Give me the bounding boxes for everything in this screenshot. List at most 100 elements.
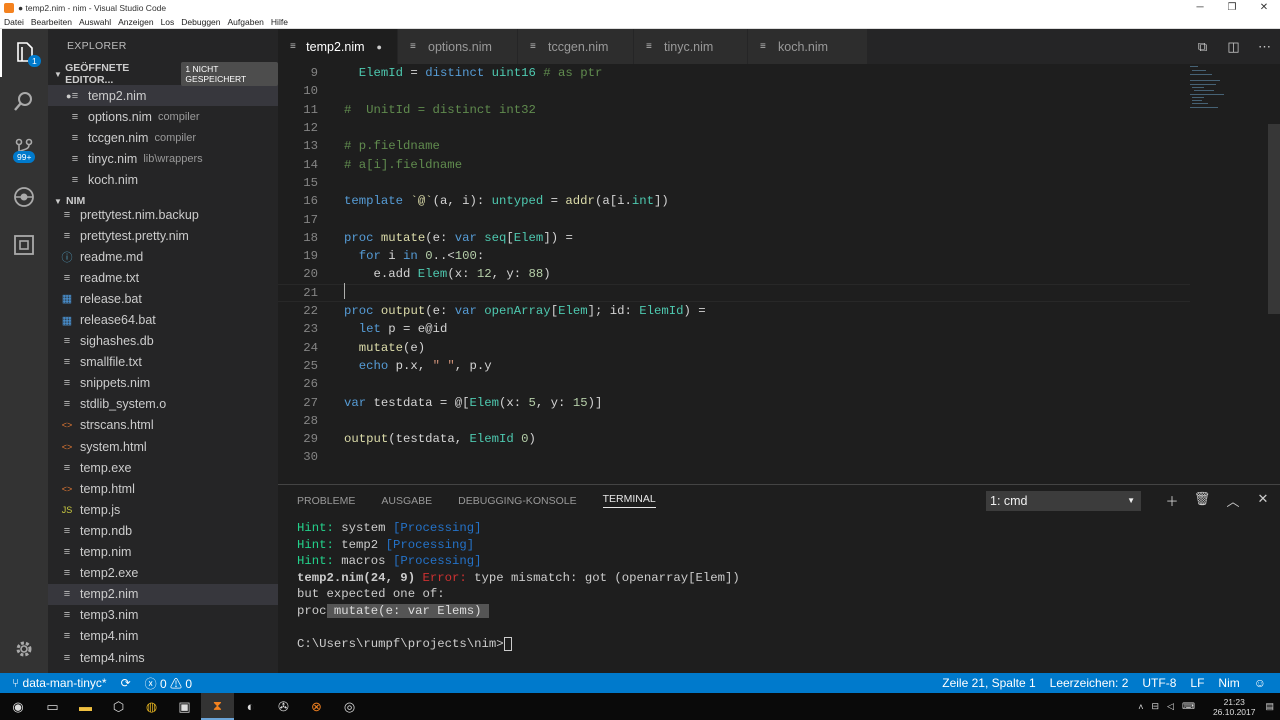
file-tree-item[interactable]: ▦ release.bat (48, 288, 278, 309)
orange-app-icon[interactable]: ⊗ (300, 693, 333, 720)
github-icon[interactable]: ◎ (333, 693, 366, 720)
file-tree-item[interactable]: ≡ temp2.exe (48, 563, 278, 584)
new-terminal-icon[interactable]: ＋ (1162, 491, 1182, 510)
maximize-button[interactable]: ❐ (1216, 2, 1248, 13)
open-editors-header[interactable]: ▼ GEÖFFNETE EDITOR... 1 NICHT GESPEICHER… (48, 62, 278, 86)
file-tree-item[interactable]: ≡ smallfile.txt (48, 352, 278, 373)
search-icon[interactable] (0, 77, 48, 125)
file-icon: ≡ (71, 173, 79, 186)
debug-icon[interactable] (0, 173, 48, 221)
end-of-line[interactable]: LF (1190, 676, 1204, 690)
tab-output[interactable]: AUSGABE (381, 495, 432, 507)
code-editor[interactable]: 9 ElemId = distinct uint16 # as ptr 10 11 #… (278, 64, 1280, 484)
terminal-app-icon[interactable]: ▣ (168, 693, 201, 720)
tab-koch[interactable]: ≡ koch.nim (748, 29, 868, 64)
file-name: system.html (80, 439, 147, 454)
minimize-button[interactable]: ─ (1184, 2, 1216, 13)
explorer-title: EXPLORER (67, 40, 127, 52)
menu-bearbeiten[interactable]: Bearbeiten (31, 17, 72, 27)
file-name: sighashes.db (80, 334, 154, 349)
menu-debuggen[interactable]: Debuggen (181, 17, 220, 27)
chrome-icon[interactable]: ◍ (135, 693, 168, 720)
terminal-select[interactable]: 1: cmd ▼ (986, 491, 1141, 511)
cursor-position[interactable]: Zeile 21, Spalte 1 (942, 676, 1035, 690)
file-tree-item[interactable]: ≡ temp3.nim (48, 605, 278, 626)
trash-icon[interactable]: 🗑 (1192, 491, 1212, 507)
steam-icon[interactable]: ✇ (267, 693, 300, 720)
language-mode[interactable]: Nim (1218, 676, 1239, 690)
open-editor-item[interactable]: ≡ tccgen.nim compiler (48, 127, 278, 148)
file-tree-item[interactable]: ≡ sighashes.db (48, 331, 278, 352)
source-control-icon[interactable]: 99+ (0, 125, 48, 173)
unsaved-dot-icon[interactable]: ● (377, 42, 385, 52)
volume-icon[interactable]: ◁ (1167, 701, 1174, 712)
open-editor-item[interactable]: ≡ tinyc.nim lib\wrappers (48, 148, 278, 169)
keyboard-icon[interactable]: ⌨ (1182, 701, 1195, 712)
sync-icon[interactable]: ⟳ (121, 676, 131, 690)
network-icon[interactable]: ⊟ (1151, 701, 1159, 712)
explorer-icon[interactable]: 1 (0, 29, 48, 77)
file-tree-item[interactable]: ≡ prettytest.nim.backup (48, 204, 278, 225)
tab-terminal[interactable]: TERMINAL (602, 493, 656, 508)
file-tree-item[interactable]: ≡ temp4.nim (48, 626, 278, 647)
file-tree-item[interactable]: ≡ stdlib_system.o (48, 394, 278, 415)
file-tree-item[interactable]: ≡ snippets.nim (48, 373, 278, 394)
tab-temp2[interactable]: ≡ temp2.nim ● (278, 29, 398, 64)
menu-hilfe[interactable]: Hilfe (271, 17, 288, 27)
tab-tinyc[interactable]: ≡ tinyc.nim (634, 29, 748, 64)
menu-datei[interactable]: Datei (4, 17, 24, 27)
file-tree-item[interactable]: ⓘ readme.md (48, 246, 278, 267)
file-tree-item[interactable]: ≡ temp4.nims (48, 647, 278, 668)
file-tree-item[interactable]: ≡ temp2.nim (48, 583, 278, 605)
task-view-icon[interactable]: ▭ (36, 693, 69, 720)
line-number: 20 (303, 267, 318, 282)
open-editor-item[interactable]: ≡ options.nim compiler (48, 106, 278, 127)
tab-problems[interactable]: PROBLEME (297, 495, 355, 507)
file-tree-item[interactable]: ≡ prettytest.pretty.nim (48, 225, 278, 246)
file-tree-item[interactable]: <> temp.html (48, 478, 278, 499)
code-text: proc output(e: var openArray[Elem]; id: … (344, 304, 706, 319)
vscode-taskbar-icon[interactable]: ⧗ (201, 693, 234, 720)
extensions-icon[interactable] (0, 221, 48, 269)
file-tree-item[interactable]: ≡ temp.ndb (48, 520, 278, 541)
open-preview-icon[interactable]: ⧉ (1187, 39, 1218, 55)
tab-options[interactable]: ≡ options.nim (398, 29, 518, 64)
file-tree-item[interactable]: <> system.html (48, 436, 278, 457)
maximize-panel-icon[interactable]: ︿ (1223, 491, 1243, 510)
branch-status[interactable]: ⑂ data-man-tinyc* (12, 676, 107, 690)
problems-status[interactable]: ⓧ 0 ⚠ 0 (145, 675, 192, 692)
menu-aufgaben[interactable]: Aufgaben (228, 17, 264, 27)
tab-debug-console[interactable]: DEBUGGING-KONSOLE (458, 495, 576, 507)
file-tree-item[interactable]: <> strscans.html (48, 415, 278, 436)
minimap[interactable] (1188, 64, 1268, 114)
menu-anzeigen[interactable]: Anzeigen (118, 17, 153, 27)
indentation[interactable]: Leerzeichen: 2 (1050, 676, 1129, 690)
cube-app-icon[interactable]: ⬡ (102, 693, 135, 720)
clock[interactable]: 21:23 26.10.2017 (1213, 697, 1256, 717)
file-tree-item[interactable]: ≡ temp.nim (48, 542, 278, 563)
close-window-button[interactable]: ✕ (1248, 2, 1280, 13)
file-explorer-icon[interactable]: ▬ (69, 693, 102, 720)
menu-auswahl[interactable]: Auswahl (79, 17, 111, 27)
more-actions-icon[interactable]: ⋯ (1249, 39, 1280, 55)
settings-gear-icon[interactable] (0, 625, 48, 673)
feedback-icon[interactable]: ☺ (1254, 676, 1266, 690)
open-editor-item[interactable]: ● ≡ temp2.nim (48, 85, 278, 106)
terminal-output[interactable]: Hint: system [Processing] Hint: temp2 [Pr… (297, 520, 740, 653)
notifications-icon[interactable]: ▤ (1265, 701, 1274, 712)
file-tree-item[interactable]: ≡ readme.txt (48, 267, 278, 288)
menu-los[interactable]: Los (161, 17, 175, 27)
close-panel-icon[interactable]: ✕ (1253, 491, 1273, 507)
media-app-icon[interactable]: ◐ (234, 693, 267, 720)
editor-scrollbar[interactable] (1268, 124, 1280, 314)
tray-overflow-icon[interactable]: ˄ (1138, 702, 1143, 712)
split-editor-icon[interactable]: ◫ (1218, 39, 1249, 55)
start-orb-icon[interactable]: ◉ (0, 693, 36, 720)
file-tree-item[interactable]: ≡ temp.exe (48, 457, 278, 478)
tab-tccgen[interactable]: ≡ tccgen.nim (518, 29, 634, 64)
encoding[interactable]: UTF-8 (1142, 676, 1176, 690)
file-tree-item[interactable]: ▦ release64.bat (48, 309, 278, 330)
file-icon: ⓘ (61, 251, 73, 264)
open-editor-item[interactable]: ≡ koch.nim (48, 169, 278, 190)
file-tree-item[interactable]: JS temp.js (48, 499, 278, 520)
